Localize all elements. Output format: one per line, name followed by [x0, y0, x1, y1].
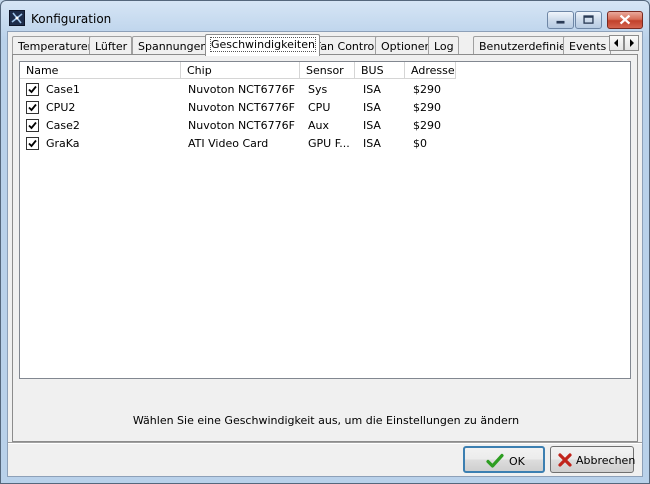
app-icon [9, 10, 25, 26]
tab-label: Temperaturen [18, 40, 95, 53]
speed-list[interactable]: Name Chip Sensor BUS Adresse Case1 Nuvot… [19, 61, 631, 379]
tab-label: Log [434, 40, 454, 53]
list-header: Name Chip Sensor BUS Adresse [20, 62, 630, 79]
row-checkbox[interactable] [26, 101, 39, 114]
cell-bus: ISA [363, 119, 381, 132]
tab-log[interactable]: Log [428, 36, 459, 54]
divider [8, 442, 642, 444]
tab-label: Fan Control [315, 40, 378, 53]
cell-chip: Nuvoton NCT6776F [188, 101, 295, 114]
column-header-bus[interactable]: BUS [355, 62, 405, 79]
table-row[interactable]: GraKa ATI Video Card GPU F... ISA $0 [20, 134, 630, 152]
tab-fan-control[interactable]: Fan Control [309, 36, 383, 54]
tab-temperaturen[interactable]: Temperaturen [12, 36, 100, 54]
table-row[interactable]: Case1 Nuvoton NCT6776F Sys ISA $290 [20, 80, 630, 98]
cell-name: CPU2 [46, 101, 76, 114]
maximize-button[interactable] [575, 11, 602, 29]
hint-text: Wählen Sie eine Geschwindigkeit aus, um … [132, 414, 520, 427]
tab-label: Optionen [381, 40, 432, 53]
row-checkbox[interactable] [26, 137, 39, 150]
row-checkbox[interactable] [26, 119, 39, 132]
cell-sensor: Sys [308, 83, 328, 96]
column-header-chip[interactable]: Chip [181, 62, 300, 79]
ok-button[interactable]: OK [463, 446, 545, 473]
title-bar[interactable]: Konfiguration [1, 1, 649, 31]
cell-sensor: GPU F... [308, 137, 350, 150]
cell-address: $290 [413, 83, 441, 96]
cell-name: Case2 [46, 119, 80, 132]
table-row[interactable]: CPU2 Nuvoton NCT6776F CPU ISA $290 [20, 98, 630, 116]
cell-bus: ISA [363, 101, 381, 114]
cell-name: Case1 [46, 83, 80, 96]
cell-address: $290 [413, 119, 441, 132]
cell-bus: ISA [363, 83, 381, 96]
tab-page-geschwindigkeiten: Name Chip Sensor BUS Adresse Case1 Nuvot… [12, 54, 638, 442]
config-window: Konfiguration Temperaturen Lüfter Spannu… [0, 0, 650, 484]
cell-chip: ATI Video Card [188, 137, 269, 150]
close-button[interactable] [607, 11, 643, 29]
cell-sensor: CPU [308, 101, 331, 114]
cell-bus: ISA [363, 137, 381, 150]
cell-chip: Nuvoton NCT6776F [188, 83, 295, 96]
window-title: Konfiguration [31, 12, 112, 26]
cancel-button[interactable]: Abbrechen [550, 446, 636, 473]
row-checkbox[interactable] [26, 83, 39, 96]
tab-geschwindigkeiten[interactable]: Geschwindigkeiten [205, 34, 320, 56]
column-header-name[interactable]: Name [20, 62, 181, 79]
cell-sensor: Aux [308, 119, 330, 132]
tab-label: Lüfter [95, 40, 128, 53]
tab-spannungen[interactable]: Spannungen [132, 36, 213, 54]
tab-scroll-left-icon[interactable] [609, 35, 624, 51]
checkmark-icon [486, 453, 504, 468]
cancel-label: Abbrechen [576, 454, 636, 467]
tab-events[interactable]: Events [563, 36, 612, 54]
tab-label: Geschwindigkeiten [210, 37, 316, 52]
minimize-button[interactable] [547, 11, 574, 29]
cell-chip: Nuvoton NCT6776F [188, 119, 295, 132]
column-header-sensor[interactable]: Sensor [300, 62, 355, 79]
tab-label: Spannungen [138, 40, 208, 53]
tab-label: Events [569, 40, 607, 53]
tab-label: Benutzerdefiniert [479, 40, 575, 53]
tab-strip: Temperaturen Lüfter Spannungen Geschwind… [12, 34, 639, 56]
cell-address: $290 [413, 101, 441, 114]
table-row[interactable]: Case2 Nuvoton NCT6776F Aux ISA $290 [20, 116, 630, 134]
cell-address: $0 [413, 137, 427, 150]
dialog-client: Temperaturen Lüfter Spannungen Geschwind… [7, 31, 643, 477]
ok-label: OK [509, 455, 525, 468]
cross-icon [558, 453, 572, 467]
cell-name: GraKa [46, 137, 80, 150]
column-header-adresse[interactable]: Adresse [405, 62, 456, 79]
tab-luefter[interactable]: Lüfter [89, 36, 133, 54]
tab-scroll-right-icon[interactable] [624, 35, 639, 51]
